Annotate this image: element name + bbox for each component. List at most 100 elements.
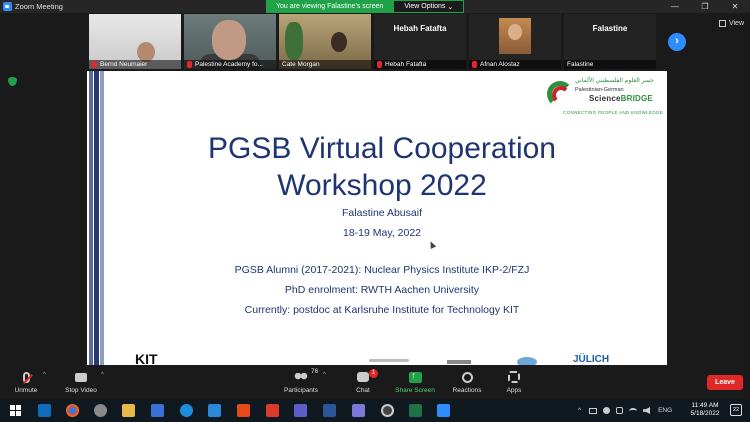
participant-video-tile[interactable]: Palestine Academy fo... (184, 14, 276, 69)
audio-options-caret[interactable]: ^ (43, 372, 46, 378)
logo-bridge: BRIDGE (620, 94, 653, 103)
cloud-icon[interactable] (616, 407, 624, 414)
mouse-cursor-icon (427, 240, 437, 249)
teams-icon[interactable] (294, 404, 307, 417)
battery-icon[interactable] (589, 407, 598, 414)
word-icon[interactable] (323, 404, 336, 417)
participant-name-bar: Palestine Academy fo... (184, 60, 276, 69)
current-position-line: Currently: postdoc at Karlsruhe Institut… (244, 304, 520, 316)
zoom-logo-icon (3, 2, 12, 11)
maximize-button[interactable]: ❐ (690, 0, 720, 13)
share-screen-icon (408, 370, 422, 383)
participant-video-tile[interactable]: Bernd Neumaier (89, 14, 181, 69)
participant-display-name: Hebah Fatafta (393, 24, 447, 33)
file-explorer-icon[interactable] (122, 404, 135, 417)
logo-arc-red-icon (552, 86, 570, 104)
slide-title-line: PGSB Virtual Cooperation (208, 132, 556, 165)
clock-date: 5/18/2022 (690, 410, 720, 417)
language-indicator[interactable]: ENG (658, 407, 672, 414)
tray-overflow-caret[interactable]: ^ (578, 407, 581, 414)
media-icon[interactable] (266, 404, 279, 417)
participant-name-bar: Bernd Neumaier (89, 60, 181, 69)
notification-center-button[interactable]: 22 (730, 404, 742, 416)
edge-icon[interactable] (180, 404, 193, 417)
muted-mic-icon (92, 61, 97, 68)
participant-name-tile[interactable]: Falastine Falastine (564, 14, 656, 69)
chrome-icon[interactable] (66, 404, 79, 417)
shared-screen: جسر العلوم الفلسطيني الألماني Palestinia… (87, 71, 667, 365)
share-banner: You are viewing Falastine's screen View … (266, 0, 465, 13)
partner-logo-mark (517, 357, 537, 365)
participant-video (212, 20, 246, 60)
muted-mic-icon (187, 61, 192, 68)
taskbar-clock[interactable]: 11:49 AM 5/18/2022 (683, 402, 727, 418)
participant-video (285, 22, 303, 60)
security-shield-icon[interactable] (8, 77, 17, 86)
muted-mic-icon (472, 61, 477, 68)
avatar (499, 18, 531, 54)
participants-button[interactable]: Participants (275, 370, 327, 394)
participant-video (137, 42, 155, 62)
participant-name: Afnan Alostaz (480, 61, 520, 68)
chat-button[interactable]: Chat (337, 370, 389, 394)
volume-icon[interactable] (643, 407, 651, 414)
participant-name: Hebah Fatafta (385, 61, 427, 68)
alumni-line: PGSB Alumni (2017-2021): Nuclear Physics… (234, 264, 530, 276)
outlook-icon[interactable] (38, 404, 51, 417)
share-screen-label: Share Screen (395, 387, 435, 394)
partner-logos: KIT JÜLICH (87, 351, 667, 365)
stop-video-button[interactable]: Stop Video (55, 370, 107, 394)
participants-icon (294, 372, 308, 382)
people-icon[interactable] (603, 407, 611, 414)
partner-logo-mark (447, 360, 471, 364)
obs-icon[interactable] (381, 404, 394, 417)
close-button[interactable]: ✕ (720, 0, 750, 13)
excel-icon[interactable] (409, 404, 422, 417)
science-bridge-logo: جسر العلوم الفلسطيني الألماني Palestinia… (545, 75, 663, 121)
leave-button[interactable]: Leave (707, 375, 743, 390)
viewing-screen-label: You are viewing Falastine's screen (266, 0, 394, 13)
wifi-icon[interactable] (629, 407, 638, 414)
participant-video-tile[interactable]: Cate Morgan (279, 14, 371, 69)
mail-icon[interactable] (208, 404, 221, 417)
participant-video (331, 32, 347, 52)
reactions-button[interactable]: Reactions (441, 370, 493, 394)
presenter-name: Falastine Abusaif (342, 207, 422, 219)
windows-taskbar: ^ ENG 11:49 AM 5/18/2022 22 (0, 399, 750, 422)
grid-icon (718, 20, 726, 27)
office-icon[interactable] (237, 404, 250, 417)
view-label: View (728, 20, 744, 27)
windows-start-icon[interactable] (10, 405, 21, 416)
participant-strip: Bernd Neumaier Palestine Academy fo... C… (0, 13, 750, 69)
slide-title: PGSB Virtual Cooperation Workshop 2022 (87, 130, 667, 204)
participant-avatar-tile[interactable]: Afnan Alostaz (469, 14, 561, 69)
participant-display-name: Falastine (592, 24, 628, 33)
share-screen-button[interactable]: Share Screen (389, 370, 441, 395)
chat-label: Chat (356, 387, 370, 394)
partner-logo-mark (369, 359, 409, 362)
browser-icon[interactable] (94, 404, 107, 417)
window-controls: — ❐ ✕ (660, 0, 750, 13)
participant-name-tile[interactable]: Hebah Fatafta Hebah Fatafta (374, 14, 466, 69)
teams-classic-icon[interactable] (352, 404, 365, 417)
video-options-caret[interactable]: ^ (101, 372, 104, 378)
participant-name-bar: Hebah Fatafta (374, 60, 466, 69)
view-options-button[interactable]: View Options ⌄ (393, 0, 465, 13)
calendar-icon[interactable] (151, 404, 164, 417)
zoom-taskbar-icon[interactable] (437, 404, 450, 417)
view-button[interactable]: View (718, 20, 744, 27)
window-title: Zoom Meeting (15, 2, 63, 11)
next-page-button[interactable]: › (668, 33, 686, 51)
video-camera-icon (75, 372, 87, 382)
smiley-plus-icon (461, 371, 473, 383)
chat-unread-badge: 1 (369, 369, 378, 378)
view-options-label: View Options (404, 3, 446, 10)
participant-name-bar: Cate Morgan (279, 60, 371, 69)
participants-count: 76 (311, 368, 319, 375)
apps-button[interactable]: Apps (488, 370, 540, 394)
chevron-down-icon: ⌄ (447, 3, 454, 11)
minimize-button[interactable]: — (660, 0, 690, 13)
unmute-label: Unmute (14, 387, 38, 394)
stop-video-label: Stop Video (65, 387, 97, 394)
participants-options-caret[interactable]: ^ (323, 372, 326, 378)
